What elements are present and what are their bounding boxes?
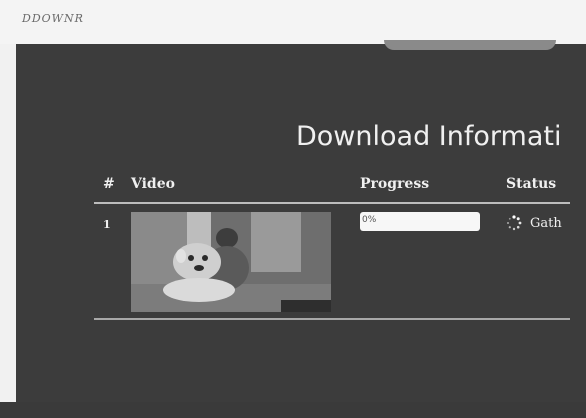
video-thumbnail[interactable] xyxy=(131,212,331,312)
column-header-index: # xyxy=(103,176,115,192)
table-header-divider xyxy=(94,202,570,204)
status-text: Gath xyxy=(530,216,562,231)
column-header-progress: Progress xyxy=(360,176,430,192)
progress-label: 0% xyxy=(362,215,377,225)
column-header-status: Status xyxy=(506,176,557,192)
page-title: Download Informati xyxy=(296,121,562,152)
column-header-video: Video xyxy=(131,176,175,192)
top-bar: DDOWNR xyxy=(0,0,586,44)
row-index: 1 xyxy=(103,218,111,231)
loading-spinner-icon xyxy=(507,215,522,231)
table-footer-divider xyxy=(94,318,570,320)
bottom-strip xyxy=(0,402,586,418)
brand-logo[interactable]: DDOWNR xyxy=(22,12,84,25)
header-pill xyxy=(384,40,556,50)
progress-bar: 0% xyxy=(360,212,480,231)
